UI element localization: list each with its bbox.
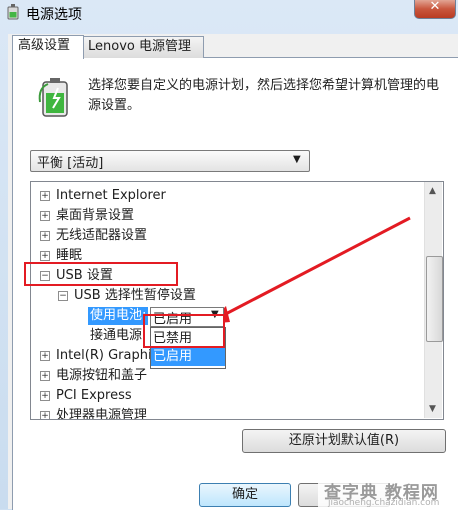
tree-item-label: 无线适配器设置 (56, 228, 148, 243)
restore-defaults-button[interactable]: 还原计划默认值(R) (242, 429, 446, 453)
tree-scrollbar[interactable]: ▲ ▼ (424, 182, 443, 418)
watermark-url: jiaocheng.chazidian.com (328, 498, 440, 508)
power-plan-dropdown[interactable]: 平衡 [活动] ▼ (30, 150, 310, 172)
tree-item-processor-power[interactable]: + 处理器电源管理 (31, 406, 427, 420)
scrollbar-thumb[interactable] (426, 256, 443, 342)
tree-item-wireless-adapter[interactable]: + 无线适配器设置 (31, 226, 427, 246)
tree-item-desktop-background[interactable]: + 桌面背景设置 (31, 206, 427, 226)
expand-icon[interactable]: + (40, 371, 50, 381)
option-annotation-box (143, 314, 225, 348)
tree-item-intel-graphics[interactable]: + Intel(R) Graphi (31, 346, 427, 366)
scroll-up-icon[interactable]: ▲ (429, 186, 436, 196)
tree-item-label: Intel(R) Graphi (56, 348, 152, 363)
tree-item-plugged-in[interactable]: 接通电源: (31, 326, 427, 346)
tree-item-internet-explorer[interactable]: + Internet Explorer (31, 186, 427, 206)
settings-tree[interactable]: + Internet Explorer + 桌面背景设置 + 无线适配器设置 +… (30, 181, 444, 420)
option-enabled[interactable]: 已启用 (151, 348, 225, 366)
tree-item-label: 处理器电源管理 (56, 408, 148, 420)
tree-item-label: 桌面背景设置 (56, 208, 135, 223)
tree-item-label: PCI Express (56, 388, 132, 403)
tab-advanced-settings[interactable]: 高级设置 (12, 35, 84, 59)
tree-item-label: 电源按钮和盖子 (56, 368, 148, 383)
chevron-down-icon: ▼ (293, 154, 301, 165)
close-button[interactable]: ✕ (414, 0, 456, 19)
expand-icon[interactable]: + (40, 411, 50, 419)
tree-item-on-battery[interactable]: 使用电池: (31, 306, 427, 326)
battery-icon (38, 78, 68, 117)
title-bar[interactable]: 电源选项 ✕ (0, 0, 458, 26)
expand-icon[interactable]: + (40, 211, 50, 221)
tree-item-pci-express[interactable]: + PCI Express (31, 386, 427, 406)
window-title: 电源选项 (26, 7, 82, 23)
description-text: 选择您要自定义的电源计划，然后选择您希望计算机管理的电源设置。 (88, 78, 440, 113)
tree-item-usb-selective-suspend[interactable]: − USB 选择性暂停设置 (31, 286, 427, 306)
power-options-icon (7, 4, 19, 20)
expand-icon[interactable]: + (40, 351, 50, 361)
collapse-icon[interactable]: − (58, 291, 68, 301)
usb-annotation-box (24, 262, 178, 286)
tree-item-power-buttons-lid[interactable]: + 电源按钮和盖子 (31, 366, 427, 386)
tab-lenovo-power[interactable]: Lenovo 电源管理 (82, 36, 204, 58)
tree-item-label: USB 选择性暂停设置 (74, 288, 196, 303)
expand-icon[interactable]: + (40, 231, 50, 241)
expand-icon[interactable]: + (40, 191, 50, 201)
tree-item-label: 使用电池: (88, 307, 149, 325)
tree-item-label: 接通电源: (90, 328, 147, 343)
expand-icon[interactable]: + (40, 391, 50, 401)
tree-item-label: Internet Explorer (56, 188, 166, 203)
watermark: 查字典 教程网 jiaocheng.chazidian.com (318, 476, 458, 509)
expand-icon[interactable]: + (40, 251, 50, 261)
power-options-window: 电源选项 ✕ 高级设置 Lenovo 电源管理 选择您要自定义的电源计划，然后选… (0, 0, 458, 510)
power-plan-value: 平衡 [活动] (37, 156, 104, 171)
scroll-down-icon[interactable]: ▼ (429, 404, 436, 414)
ok-button[interactable]: 确定 (199, 483, 291, 507)
